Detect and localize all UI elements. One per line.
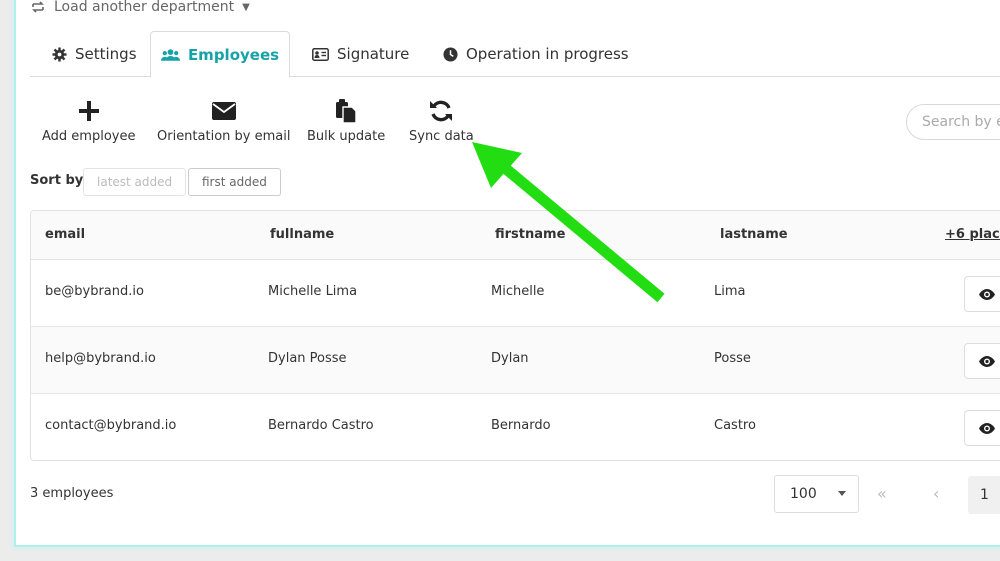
sync-icon (430, 100, 453, 122)
column-header-lastname[interactable]: lastname (720, 227, 788, 242)
id-card-icon (312, 47, 329, 61)
bulk-update-button[interactable]: Bulk update (307, 98, 385, 144)
clock-icon (443, 46, 458, 62)
tab-signature-label: Signature (337, 45, 410, 63)
cell-fullname: Michelle Lima (268, 284, 358, 299)
tab-employees-label: Employees (187, 45, 280, 64)
view-employee-button[interactable] (964, 410, 1000, 446)
search-input[interactable] (906, 104, 1000, 140)
page-number-current[interactable]: 1 (968, 476, 1000, 514)
add-employee-label: Add employee (42, 129, 136, 144)
cell-lastname: Castro (714, 418, 756, 433)
current-page-label: 1 (980, 487, 989, 503)
tab-settings-label: Settings (75, 45, 137, 63)
cell-firstname: Bernardo (491, 418, 551, 433)
sync-data-button[interactable]: Sync data (409, 98, 474, 144)
gear-icon (52, 46, 67, 62)
cell-email: be@bybrand.io (45, 284, 144, 299)
swap-icon (32, 1, 44, 13)
add-employee-button[interactable]: Add employee (42, 98, 135, 144)
copy-paste-icon (336, 99, 357, 123)
table-row: be@bybrand.io Michelle Lima Michelle Lim… (31, 260, 1000, 327)
column-header-fullname[interactable]: fullname (270, 227, 334, 242)
sync-data-label: Sync data (409, 129, 474, 144)
employee-count: 3 employees (30, 486, 114, 501)
table-row: help@bybrand.io Dylan Posse Dylan Posse (31, 327, 1000, 394)
previous-page-button[interactable]: ‹ (933, 484, 939, 503)
tab-bar: Settings Employees Signature Operation i… (30, 31, 1000, 78)
sort-label: Sort by: (30, 173, 89, 188)
tab-operation-label: Operation in progress (466, 45, 629, 63)
orientation-by-email-button[interactable]: Orientation by email (157, 98, 290, 144)
view-employee-button[interactable] (964, 343, 1000, 379)
envelope-icon (211, 102, 236, 120)
tab-settings[interactable]: Settings (52, 31, 137, 77)
bulk-update-label: Bulk update (307, 129, 386, 144)
per-page-value: 100 (790, 486, 817, 502)
caret-down-icon (838, 491, 846, 496)
cell-email: help@bybrand.io (45, 351, 156, 366)
cell-firstname: Dylan (491, 351, 529, 366)
eye-icon (979, 355, 995, 367)
eye-icon (979, 288, 995, 300)
column-header-placeholders[interactable]: +6 placeholders (945, 227, 1000, 242)
table-row: contact@bybrand.io Bernardo Castro Berna… (31, 394, 1000, 460)
orientation-by-email-label: Orientation by email (157, 129, 291, 144)
per-page-select[interactable]: 100 (774, 475, 859, 513)
cell-fullname: Dylan Posse (268, 351, 347, 366)
first-page-button[interactable]: « (877, 484, 887, 503)
column-header-firstname[interactable]: firstname (495, 227, 565, 242)
table-header: email fullname firstname lastname +6 pla… (31, 211, 1000, 260)
sort-first-added-button[interactable]: first added (188, 168, 281, 196)
load-department-label: Load another department (54, 0, 235, 15)
tab-signature[interactable]: Signature (312, 31, 409, 77)
cell-firstname: Michelle (491, 284, 545, 299)
column-header-email[interactable]: email (45, 227, 85, 242)
plus-icon (78, 101, 99, 121)
tab-operation-in-progress[interactable]: Operation in progress (443, 31, 629, 77)
cell-email: contact@bybrand.io (45, 418, 177, 433)
caret-down-icon: ▼ (242, 1, 250, 13)
view-employee-button[interactable] (964, 276, 1000, 312)
cell-lastname: Lima (714, 284, 746, 299)
cell-fullname: Bernardo Castro (268, 418, 374, 433)
sort-latest-added-button[interactable]: latest added (83, 168, 187, 196)
tab-employees[interactable]: Employees (150, 31, 290, 78)
eye-icon (979, 422, 995, 434)
users-icon (160, 48, 180, 61)
cell-lastname: Posse (714, 351, 751, 366)
load-department-link[interactable]: Load another department ▼ (30, 0, 250, 15)
employees-table: email fullname firstname lastname +6 pla… (30, 210, 1000, 461)
